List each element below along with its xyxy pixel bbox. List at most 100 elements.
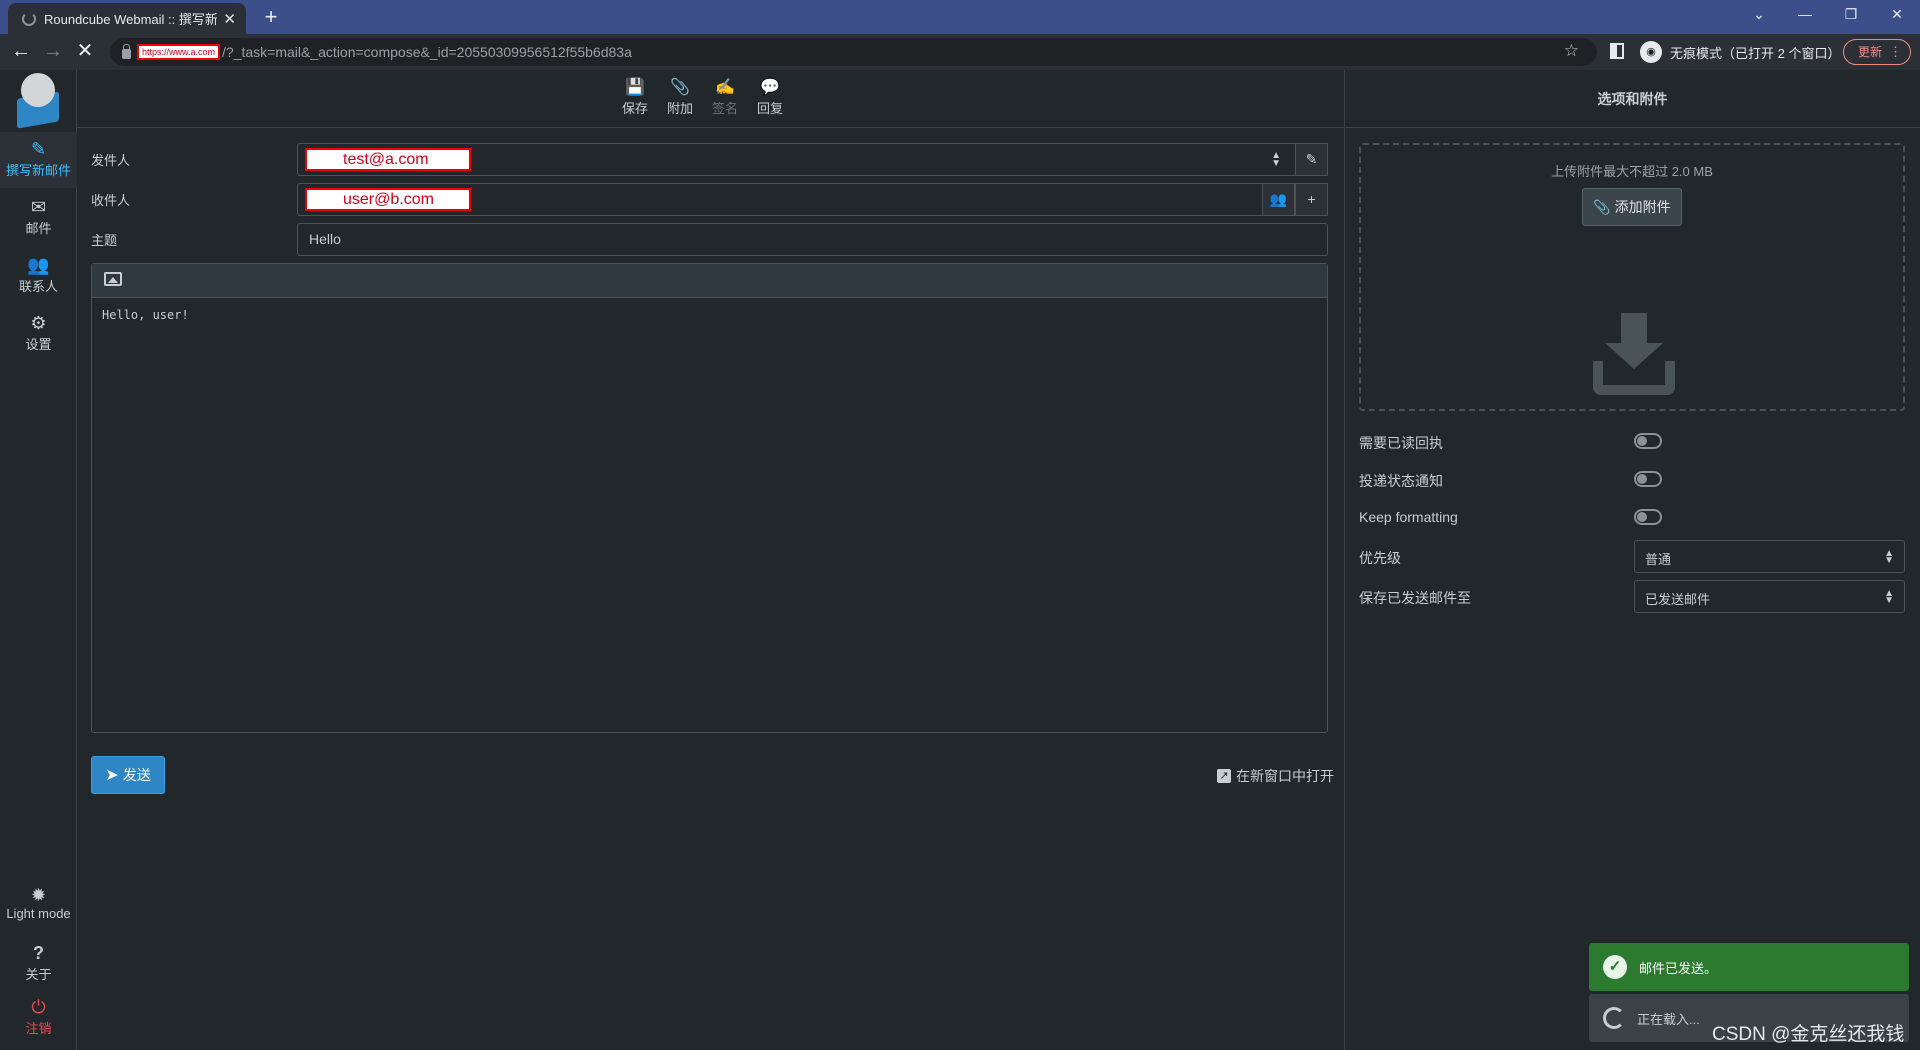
from-row: 发件人 test@a.com ▲ ▼ ✎ xyxy=(91,143,1328,176)
address-bar[interactable]: https://www.a.com /?_task=mail&_action=c… xyxy=(110,38,1597,66)
signature-button[interactable]: ✍ 签名 xyxy=(705,78,745,117)
bookmark-star-icon[interactable]: ☆ xyxy=(1564,41,1579,61)
editor-toolbar xyxy=(92,264,1327,298)
message-editor[interactable]: Hello, user! xyxy=(91,263,1328,733)
side-panel-icon[interactable] xyxy=(1610,43,1624,59)
check-circle-icon: ✓ xyxy=(1603,955,1627,979)
to-row: 收件人 user@b.com 👥 + xyxy=(91,183,1328,216)
read-receipt-toggle[interactable] xyxy=(1634,433,1662,449)
option-read-receipt: 需要已读回执 xyxy=(1359,425,1905,458)
nav-logout[interactable]: ⏻ 注销 xyxy=(0,990,77,1046)
option-priority: 优先级 普通 ▲ ▼ xyxy=(1359,540,1905,573)
nav-settings[interactable]: ⚙ 设置 xyxy=(0,306,77,362)
download-tray-icon xyxy=(1593,313,1675,395)
sun-icon: ✹ xyxy=(30,885,47,905)
nav-mail[interactable]: ✉ 邮件 xyxy=(0,190,77,246)
nav-about[interactable]: ? 关于 xyxy=(0,936,77,992)
paperclip-icon: 📎 xyxy=(670,79,690,96)
save-sent-label: 保存已发送邮件至 xyxy=(1359,590,1471,606)
browser-tab[interactable]: Roundcube Webmail :: 撰写新邮件 ✕ xyxy=(8,3,246,34)
nav-mail-label: 邮件 xyxy=(25,221,52,236)
select-arrows-icon: ▲ ▼ xyxy=(1884,588,1894,606)
external-link-icon: ↗ xyxy=(1217,769,1231,783)
speech-bubble-icon: 💬 xyxy=(760,79,780,96)
subject-row: 主题 Hello xyxy=(91,223,1328,256)
open-new-window-label: 在新窗口中打开 xyxy=(1236,768,1334,784)
tab-search-button[interactable]: ⌄ xyxy=(1736,0,1782,30)
back-arrow-icon[interactable]: ← xyxy=(8,40,34,64)
sent-message: 邮件已发送。 xyxy=(1639,960,1718,976)
nav-light-mode-label: Light mode xyxy=(6,906,71,921)
keep-formatting-toggle[interactable] xyxy=(1634,509,1662,525)
panel-title: 选项和附件 xyxy=(1345,70,1920,128)
paper-plane-icon: ➤ xyxy=(105,767,119,784)
priority-value: 普通 xyxy=(1645,552,1672,567)
forward-arrow-icon[interactable]: → xyxy=(40,40,66,64)
incognito-indicator[interactable]: ◉ 无痕模式（已打开 2 个窗口） xyxy=(1640,39,1840,65)
open-new-window-link[interactable]: ↗ 在新窗口中打开 xyxy=(1217,766,1334,786)
address-book-icon[interactable]: 👥 xyxy=(1262,183,1295,216)
update-button[interactable]: 更新 ⋮ xyxy=(1843,39,1911,65)
to-field[interactable]: user@b.com 👥 + xyxy=(297,183,1328,216)
stop-loading-icon[interactable]: ✕ xyxy=(72,40,98,64)
from-select[interactable]: test@a.com ▲ ▼ ✎ xyxy=(297,143,1328,176)
delivery-status-toggle[interactable] xyxy=(1634,471,1662,487)
subject-input[interactable]: Hello xyxy=(297,223,1328,256)
nav-logout-label: 注销 xyxy=(25,1021,52,1036)
subject-label: 主题 xyxy=(91,233,118,248)
recipient-value: user@b.com xyxy=(305,188,471,211)
update-label: 更新 xyxy=(1858,45,1883,59)
to-label: 收件人 xyxy=(91,193,131,208)
add-attachment-button[interactable]: 📎 添加附件 xyxy=(1582,188,1682,226)
edit-identity-pencil-icon[interactable]: ✎ xyxy=(1295,143,1328,176)
gear-icon: ⚙ xyxy=(30,313,47,333)
nav-settings-label: 设置 xyxy=(25,337,52,352)
upload-hint: 上传附件最大不超过 2.0 MB xyxy=(1551,164,1713,179)
save-sent-select[interactable]: 已发送邮件 ▲ ▼ xyxy=(1634,580,1905,613)
tab-title: Roundcube Webmail :: 撰写新邮件 xyxy=(44,12,218,27)
insert-image-icon[interactable] xyxy=(104,272,122,286)
loading-spinner-icon xyxy=(1603,1007,1625,1029)
question-icon: ? xyxy=(33,943,44,963)
delivery-status-label: 投递状态通知 xyxy=(1359,473,1443,489)
save-label: 保存 xyxy=(621,101,648,116)
signature-icon: ✍ xyxy=(715,79,735,96)
priority-select[interactable]: 普通 ▲ ▼ xyxy=(1634,540,1905,573)
select-arrows-icon: ▲ ▼ xyxy=(1884,548,1894,566)
add-recipient-plus-icon[interactable]: + xyxy=(1295,183,1328,216)
envelope-icon: ✉ xyxy=(30,197,47,217)
users-icon: 👥 xyxy=(27,255,50,275)
reply-button[interactable]: 💬 回复 xyxy=(750,78,790,117)
csdn-watermark: CSDN @金克丝还我钱 xyxy=(1712,1024,1905,1045)
nav-light-mode[interactable]: ✹ Light mode xyxy=(0,878,77,934)
compose-area: 💾 保存 📎 附加 ✍ 签名 💬 回复 发件人 test@a.com ▲▼ ✎ xyxy=(77,70,1344,1050)
minimize-button[interactable]: — xyxy=(1782,0,1828,30)
select-arrows-icon: ▲ ▼ xyxy=(1271,150,1281,169)
roundcube-logo[interactable] xyxy=(13,73,63,129)
url-host: https://www.a.com xyxy=(137,44,221,60)
restore-button[interactable]: ❐ xyxy=(1828,0,1874,30)
compose-toolbar: 💾 保存 📎 附加 ✍ 签名 💬 回复 xyxy=(77,70,1344,128)
nav-contacts[interactable]: 👥 联系人 xyxy=(0,248,77,304)
attachment-dropzone[interactable]: 上传附件最大不超过 2.0 MB 📎 添加附件 xyxy=(1359,143,1905,411)
tab-close-icon[interactable]: ✕ xyxy=(223,10,236,28)
menu-dots-icon: ⋮ xyxy=(1889,44,1902,59)
sent-notification[interactable]: ✓ 邮件已发送。 xyxy=(1589,943,1909,991)
send-button[interactable]: ➤ 发送 xyxy=(91,756,165,794)
close-window-button[interactable]: ✕ xyxy=(1874,0,1920,30)
roundcube-app: ✎ 撰写新邮件 ✉ 邮件 👥 联系人 ⚙ 设置 ✹ Light mode ? 关… xyxy=(0,70,1920,1050)
message-body[interactable]: Hello, user! xyxy=(92,298,1327,332)
from-value: test@a.com xyxy=(305,148,471,171)
new-tab-button[interactable]: + xyxy=(258,5,284,31)
nav-compose-label: 撰写新邮件 xyxy=(5,163,71,178)
option-keep-formatting: Keep formatting xyxy=(1359,501,1905,534)
loading-spinner-icon xyxy=(22,11,36,26)
attach-label: 附加 xyxy=(666,101,693,116)
nav-compose[interactable]: ✎ 撰写新邮件 xyxy=(0,132,77,188)
save-button[interactable]: 💾 保存 xyxy=(615,78,655,117)
options-attachments-panel: 选项和附件 上传附件最大不超过 2.0 MB 📎 添加附件 需要已读回执 投递状… xyxy=(1344,70,1920,1050)
left-navigation: ✎ 撰写新邮件 ✉ 邮件 👥 联系人 ⚙ 设置 ✹ Light mode ? 关… xyxy=(0,70,77,1050)
nav-about-label: 关于 xyxy=(25,967,52,982)
attach-button[interactable]: 📎 附加 xyxy=(660,78,700,117)
compose-icon: ✎ xyxy=(30,139,47,159)
